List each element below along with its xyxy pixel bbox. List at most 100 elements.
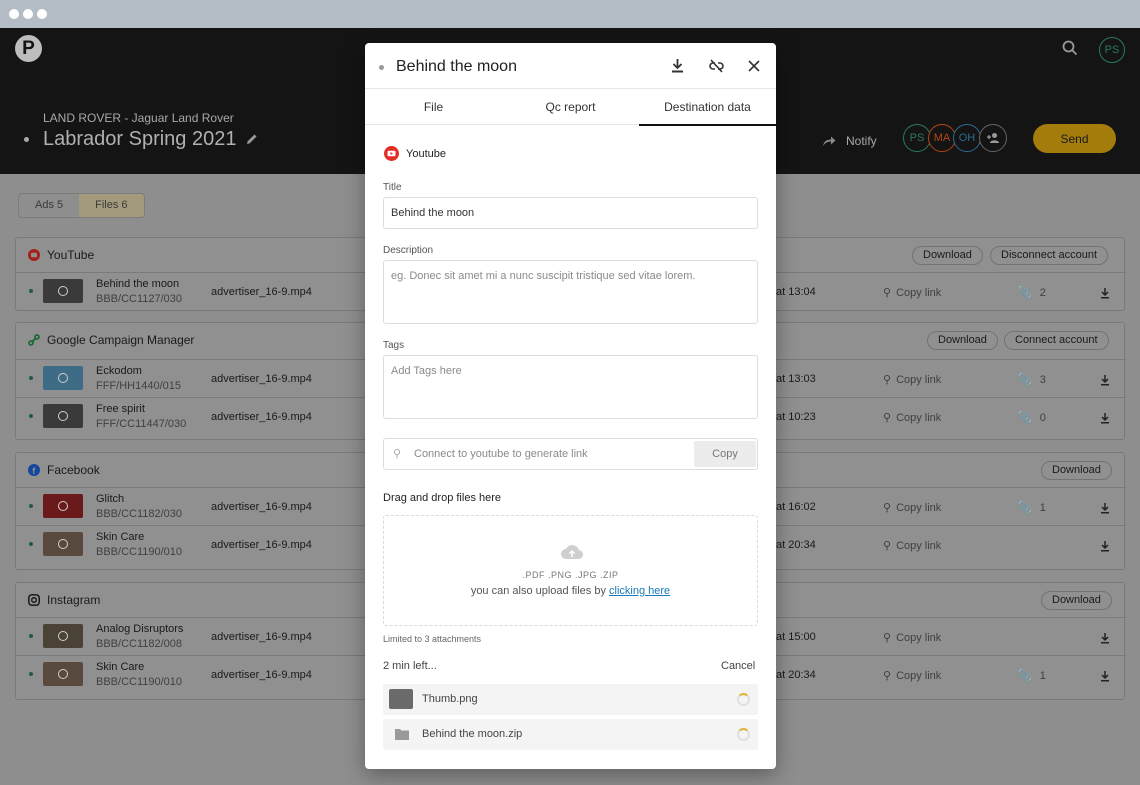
upload-file-item: Behind the moon.zip [383, 719, 758, 750]
pencil-icon[interactable] [245, 132, 259, 151]
channel-name: Google Campaign Manager [47, 333, 195, 347]
timestamp: at 20:34 [776, 669, 816, 681]
add-user-button[interactable] [979, 124, 1007, 152]
upload-title: Drag and drop files here [383, 492, 502, 504]
platform-header: Youtube [384, 146, 446, 161]
close-icon[interactable] [748, 59, 760, 77]
file-name: advertiser_16-9.mp4 [211, 669, 312, 681]
share-arrow-icon [823, 136, 836, 146]
tab-ads[interactable]: Ads 5 [19, 194, 79, 217]
download-button[interactable]: Download [1041, 591, 1112, 610]
window-dot[interactable] [9, 9, 19, 19]
tab-destination-data[interactable]: Destination data [639, 89, 776, 126]
link-field: ⚲ Connect to youtube to generate link Co… [383, 438, 758, 470]
facebook-icon: f [28, 464, 40, 476]
ad-name: Skin Care [96, 531, 145, 543]
download-button[interactable]: Download [1041, 461, 1112, 480]
ad-name: Glitch [96, 493, 125, 505]
copy-link-button[interactable]: ⚲ Copy link [883, 373, 941, 387]
download-icon[interactable] [1100, 501, 1110, 519]
modal-title: Behind the moon [396, 58, 517, 75]
link-icon: ⚲ [883, 540, 892, 552]
window-chrome [0, 0, 1140, 28]
title-label: Title [383, 182, 402, 193]
notify-button[interactable]: Notify [822, 134, 877, 148]
download-button[interactable]: Download [927, 331, 998, 350]
download-icon[interactable] [1100, 669, 1110, 687]
search-icon[interactable] [1062, 40, 1078, 61]
file-modal: Behind the moon File Qc report Destinati… [365, 43, 776, 769]
spinner-icon [737, 728, 750, 741]
collaborator-avatar[interactable]: PS [903, 124, 931, 152]
copy-link-button[interactable]: ⚲ Copy link [883, 669, 941, 683]
platform-name: Youtube [406, 147, 446, 160]
app-logo[interactable]: P [15, 35, 42, 62]
copy-link-button[interactable]: ⚲ Copy link [883, 501, 941, 515]
download-icon[interactable] [1100, 373, 1110, 391]
link-icon: ⚲ [883, 287, 892, 299]
copy-link-button[interactable]: ⚲ Copy link [883, 411, 941, 425]
eye-icon [43, 279, 83, 303]
paperclip-icon: 📎 [1018, 670, 1032, 682]
description-input[interactable]: eg. Donec sit amet mi a nunc suscipit tr… [383, 260, 758, 324]
download-icon[interactable] [1100, 411, 1110, 429]
paperclip-icon: 📎 [1018, 287, 1032, 299]
disconnect-account-button[interactable]: Disconnect account [990, 246, 1108, 265]
cancel-upload-button[interactable]: Cancel [721, 660, 755, 672]
timestamp: at 13:04 [776, 286, 816, 298]
user-avatar[interactable]: PS [1099, 37, 1125, 63]
attachment-count: 📎 2 [1018, 286, 1046, 300]
download-icon[interactable] [671, 59, 684, 78]
copy-link-button[interactable]: ⚲ Copy link [883, 631, 941, 645]
file-name: advertiser_16-9.mp4 [211, 631, 312, 643]
status-dot [24, 137, 29, 142]
tags-label: Tags [383, 340, 405, 351]
file-name: Thumb.png [422, 693, 478, 705]
ad-code: FFF/CC11447/030 [96, 418, 187, 430]
ad-code: BBB/CC1190/010 [96, 676, 183, 688]
window-dot[interactable] [37, 9, 47, 19]
time-left: 2 min left... [383, 660, 437, 672]
tab-file[interactable]: File [365, 89, 502, 126]
send-button[interactable]: Send [1033, 124, 1116, 153]
link-icon: ⚲ [883, 374, 892, 386]
unlink-icon[interactable] [709, 59, 724, 78]
link-input[interactable]: Connect to youtube to generate link [414, 448, 588, 460]
tags-input[interactable]: Add Tags here [383, 355, 758, 419]
attachment-count: 📎 0 [1018, 411, 1046, 425]
paperclip-icon: 📎 [1018, 412, 1032, 424]
eye-icon [43, 494, 83, 518]
modal-tabs: File Qc report Destination data [365, 88, 776, 126]
file-dropzone[interactable]: .PDF .PNG .JPG .ZIP you can also upload … [383, 515, 758, 626]
download-button[interactable]: Download [912, 246, 983, 265]
tab-files[interactable]: Files 6 [79, 194, 144, 217]
timestamp: at 10:23 [776, 411, 816, 423]
download-icon[interactable] [1100, 631, 1110, 649]
window-dot[interactable] [23, 9, 33, 19]
copy-button[interactable]: Copy [694, 441, 756, 467]
copy-link-button[interactable]: ⚲ Copy link [883, 286, 941, 300]
collaborator-avatar[interactable]: MA [928, 124, 956, 152]
file-name: Behind the moon.zip [422, 728, 523, 740]
connect-account-button[interactable]: Connect account [1004, 331, 1109, 350]
ad-code: BBB/CC1182/030 [96, 508, 183, 520]
file-name: advertiser_16-9.mp4 [211, 286, 312, 298]
file-name: advertiser_16-9.mp4 [211, 501, 312, 513]
copy-link-button[interactable]: ⚲ Copy link [883, 539, 941, 553]
title-input[interactable]: Behind the moon [383, 197, 758, 229]
notify-label: Notify [846, 134, 877, 148]
upload-link[interactable]: clicking here [609, 585, 670, 597]
upload-file-item: Thumb.png [383, 684, 758, 715]
timestamp: at 13:03 [776, 373, 816, 385]
download-icon[interactable] [1100, 286, 1110, 304]
tab-qc-report[interactable]: Qc report [502, 89, 639, 126]
download-icon[interactable] [1100, 539, 1110, 557]
youtube-icon [384, 146, 399, 161]
link-icon: ⚲ [393, 448, 402, 460]
collaborator-avatar[interactable]: OH [953, 124, 981, 152]
brand-subtitle: LAND ROVER - Jaguar Land Rover [43, 111, 234, 125]
timestamp: at 15:00 [776, 631, 816, 643]
timestamp: at 20:34 [776, 539, 816, 551]
attachment-count: 📎 3 [1018, 373, 1046, 387]
timestamp: at 16:02 [776, 501, 816, 513]
